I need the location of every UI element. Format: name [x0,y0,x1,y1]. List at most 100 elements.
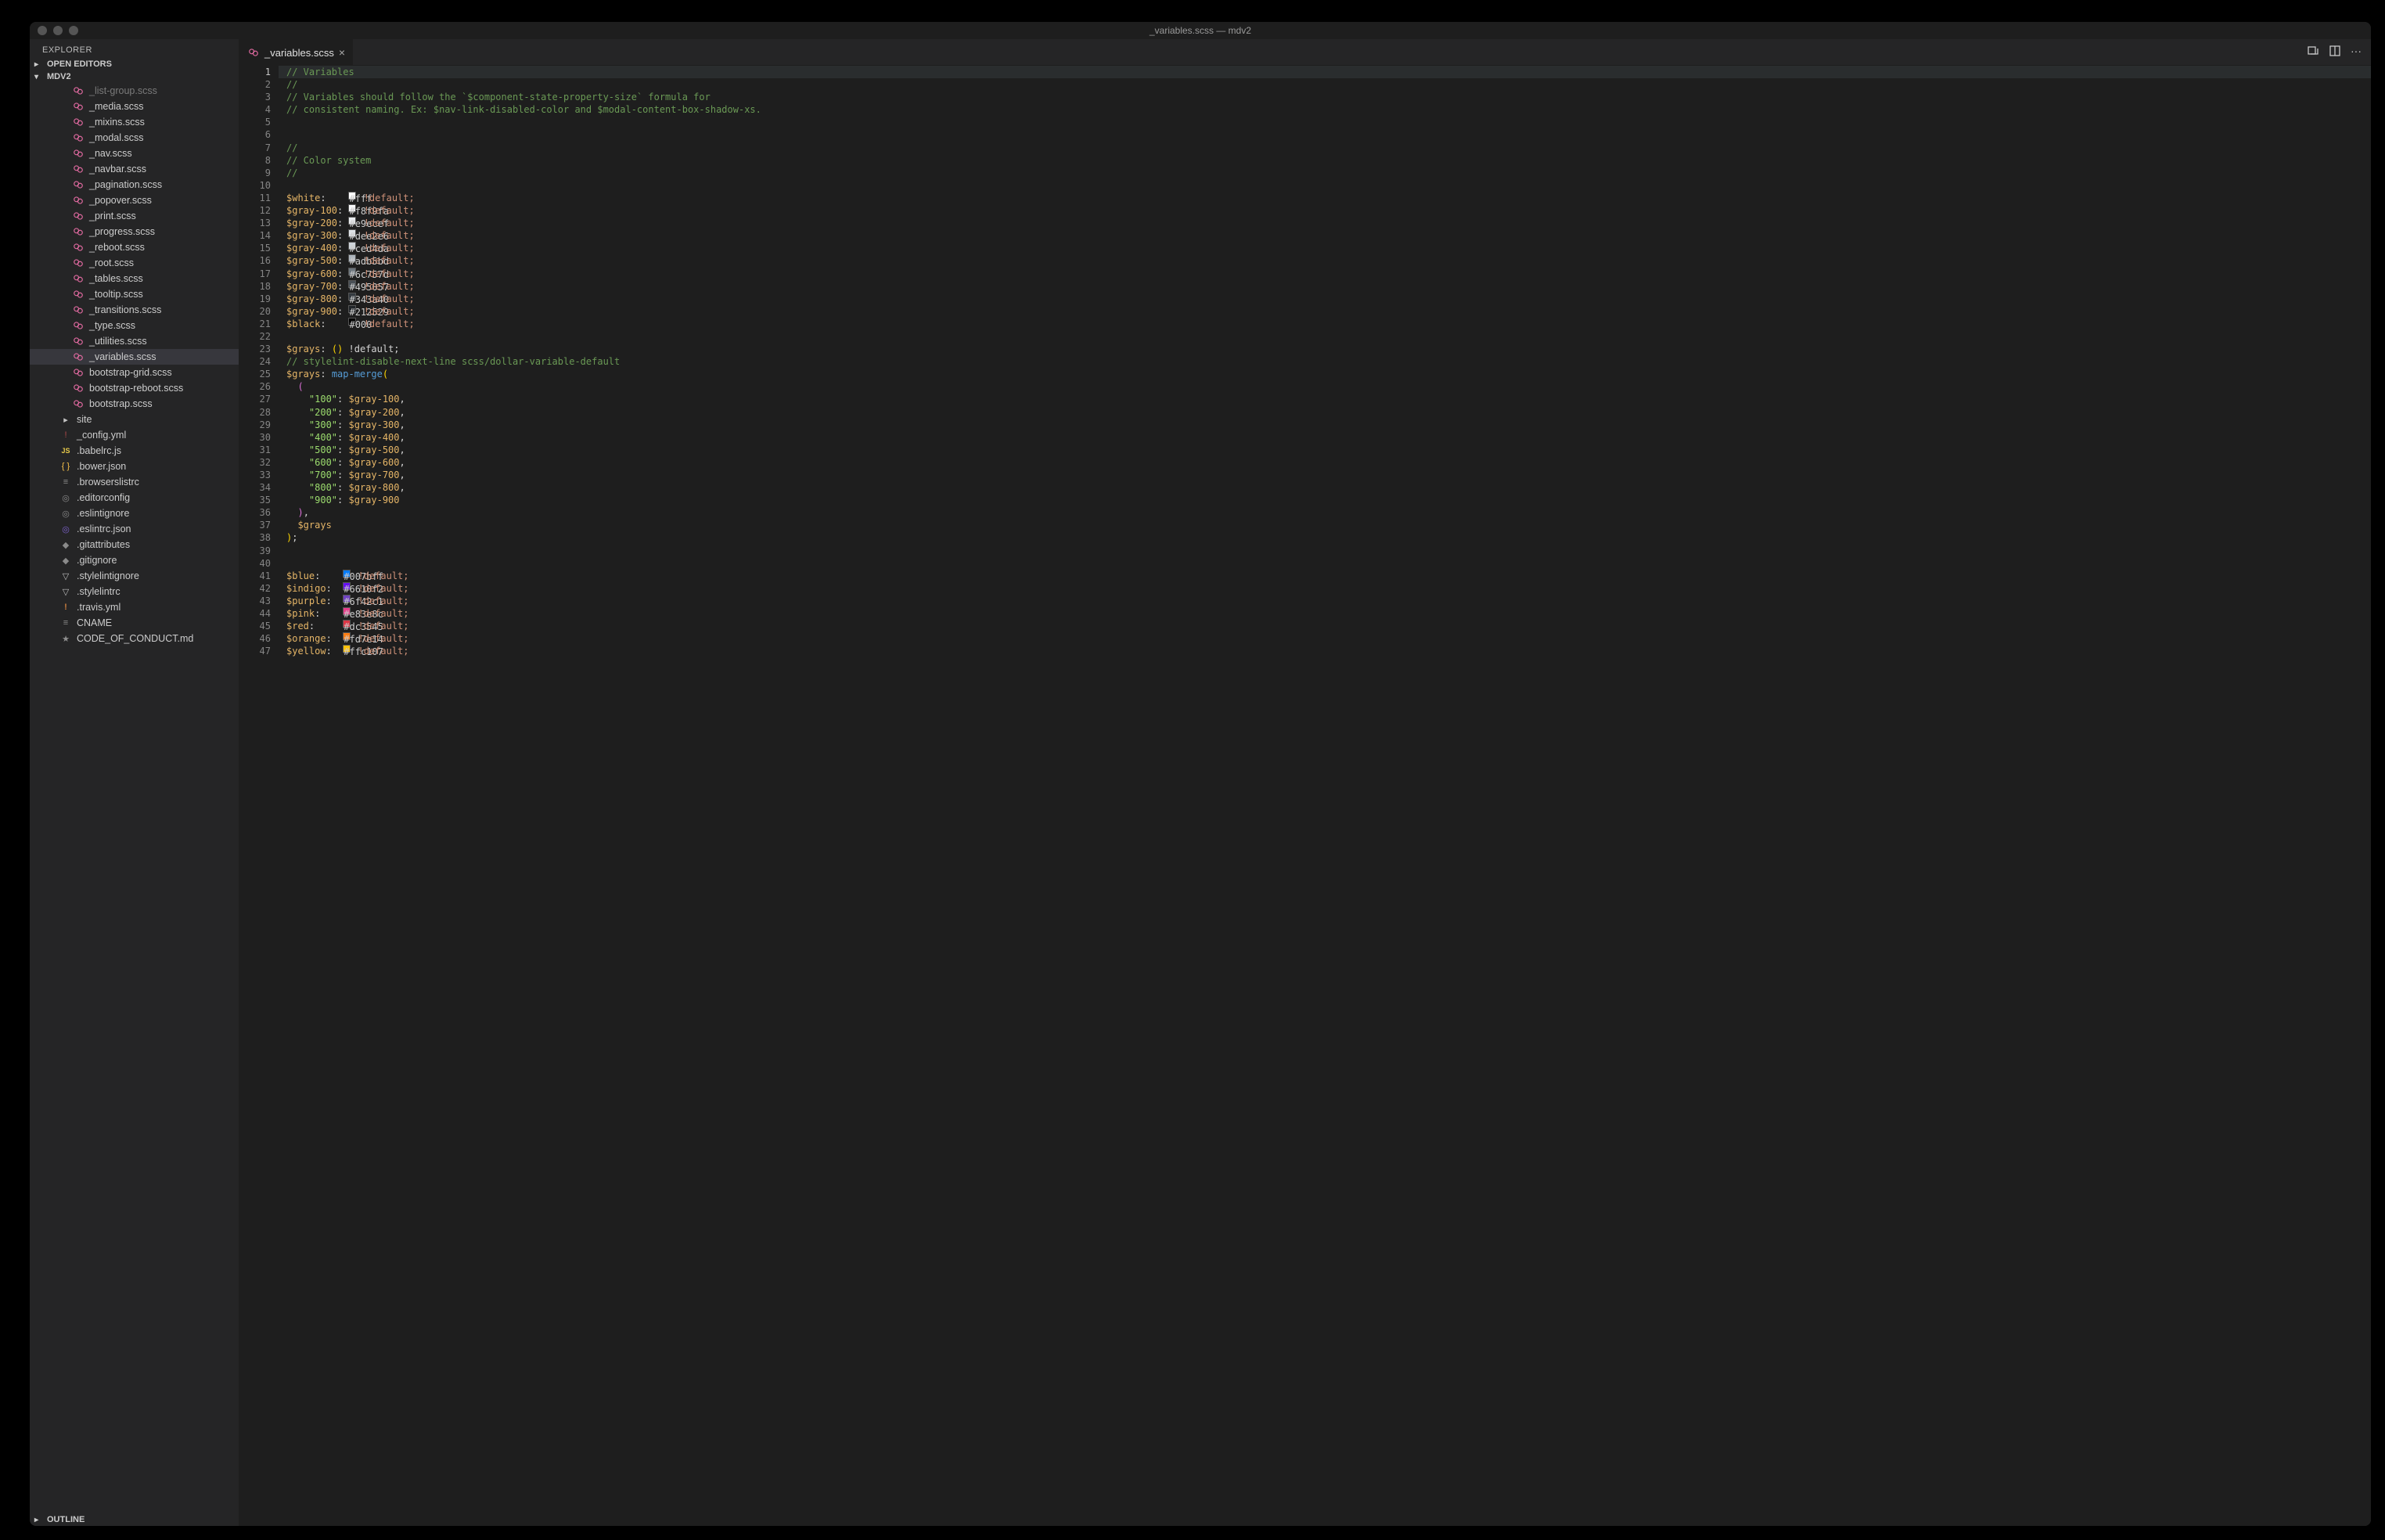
code-line[interactable]: // stylelint-disable-next-line scss/doll… [279,355,2371,368]
code-line[interactable]: $red: #dc3545 !default; [279,620,2371,632]
code-line[interactable]: "900": $gray-900 [279,494,2371,506]
file-item[interactable]: _progress.scss [30,224,239,239]
code-line[interactable] [279,330,2371,343]
file-item[interactable]: _list-group.scss [30,83,239,99]
file-item[interactable]: !.travis.yml [30,599,239,615]
minimize-window-icon[interactable] [53,26,63,35]
file-item[interactable]: _modal.scss [30,130,239,146]
file-item[interactable]: ◎.editorconfig [30,490,239,506]
traffic-lights[interactable] [38,26,78,35]
code-line[interactable]: ); [279,531,2371,544]
file-item[interactable]: ≡.browserslistrc [30,474,239,490]
file-item[interactable]: !_config.yml [30,427,239,443]
file-item[interactable]: _tooltip.scss [30,286,239,302]
tab-variables-scss[interactable]: _variables.scss × [239,39,353,66]
code-line[interactable]: $indigo: #6610f2 !default; [279,582,2371,595]
code-line[interactable]: "300": $gray-300, [279,419,2371,431]
code-line[interactable]: $grays: map-merge( [279,368,2371,380]
code-line[interactable]: // [279,167,2371,179]
code-line[interactable]: "500": $gray-500, [279,444,2371,456]
code-line[interactable]: $white: #fff !default; [279,192,2371,204]
section-project[interactable]: ▾ MDV2 [30,70,239,83]
code[interactable]: // Variables//// Variables should follow… [279,66,2371,1526]
code-line[interactable]: // Color system [279,154,2371,167]
code-line[interactable]: "100": $gray-100, [279,393,2371,405]
file-item[interactable]: _media.scss [30,99,239,114]
file-item[interactable]: ◎.eslintrc.json [30,521,239,537]
file-item[interactable]: _pagination.scss [30,177,239,192]
file-tree[interactable]: _list-group.scss_media.scss_mixins.scss_… [30,83,239,1513]
code-line[interactable]: $gray-700: #495057 !default; [279,280,2371,293]
close-icon[interactable]: × [339,46,345,59]
file-item[interactable]: ▽.stylelintignore [30,568,239,584]
code-line[interactable] [279,116,2371,128]
code-area[interactable]: 1234567891011121314151617181920212223242… [239,66,2371,1526]
file-item[interactable]: _type.scss [30,318,239,333]
file-item[interactable]: _popover.scss [30,192,239,208]
code-line[interactable]: $yellow: #ffc107 !default; [279,645,2371,657]
code-line[interactable]: $gray-900: #212529 !default; [279,305,2371,318]
code-line[interactable]: $pink: #e83e8c !default; [279,607,2371,620]
file-item[interactable]: ◎.eslintignore [30,506,239,521]
file-label: _media.scss [89,101,143,112]
code-line[interactable]: $black: #000 !default; [279,318,2371,330]
code-line[interactable]: $gray-300: #dee2e6 !default; [279,229,2371,242]
file-item[interactable]: _reboot.scss [30,239,239,255]
file-item[interactable]: bootstrap-grid.scss [30,365,239,380]
code-line[interactable]: ( [279,380,2371,393]
code-line[interactable]: "600": $gray-600, [279,456,2371,469]
section-open-editors[interactable]: ▸ OPEN EDITORS [30,58,239,70]
code-line[interactable]: // Variables should follow the `$compone… [279,91,2371,103]
code-line[interactable]: $gray-200: #e9ecef !default; [279,217,2371,229]
file-item[interactable]: JS.babelrc.js [30,443,239,459]
code-line[interactable]: "700": $gray-700, [279,469,2371,481]
compare-icon[interactable] [2307,45,2319,59]
file-item[interactable]: ◆.gitignore [30,552,239,568]
code-line[interactable]: $gray-500: #adb5bd !default; [279,254,2371,267]
code-line[interactable]: $orange: #fd7e14 !default; [279,632,2371,645]
file-item[interactable]: ≡CNAME [30,615,239,631]
code-line[interactable]: $gray-400: #ced4da !default; [279,242,2371,254]
code-line[interactable]: $grays [279,519,2371,531]
file-item[interactable]: _utilities.scss [30,333,239,349]
code-line[interactable] [279,128,2371,141]
file-item[interactable]: ▸site [30,412,239,427]
file-item[interactable]: bootstrap.scss [30,396,239,412]
code-line[interactable]: // Variables [279,66,2371,78]
file-item[interactable]: ★CODE_OF_CONDUCT.md [30,631,239,646]
code-line[interactable]: "400": $gray-400, [279,431,2371,444]
code-line[interactable] [279,557,2371,570]
more-icon[interactable]: ··· [2351,45,2362,59]
file-item[interactable]: ▽.stylelintrc [30,584,239,599]
file-item[interactable]: { }.bower.json [30,459,239,474]
code-line[interactable] [279,545,2371,557]
file-item[interactable]: _print.scss [30,208,239,224]
split-editor-icon[interactable] [2329,45,2341,59]
file-item[interactable]: _nav.scss [30,146,239,161]
code-line[interactable]: "200": $gray-200, [279,406,2371,419]
file-item[interactable]: ◆.gitattributes [30,537,239,552]
file-item[interactable]: _variables.scss [30,349,239,365]
code-line[interactable]: $gray-800: #343a40 !default; [279,293,2371,305]
code-line[interactable]: ), [279,506,2371,519]
code-line[interactable] [279,179,2371,192]
code-line[interactable]: $gray-100: #f8f9fa !default; [279,204,2371,217]
code-line[interactable]: $gray-600: #6c757d !default; [279,268,2371,280]
file-item[interactable]: _transitions.scss [30,302,239,318]
file-item[interactable]: _tables.scss [30,271,239,286]
code-line[interactable]: // [279,142,2371,154]
code-line[interactable]: $blue: #007bff !default; [279,570,2371,582]
titlebar[interactable]: _variables.scss — mdv2 [30,22,2371,39]
code-line[interactable]: "800": $gray-800, [279,481,2371,494]
file-item[interactable]: _root.scss [30,255,239,271]
file-item[interactable]: _mixins.scss [30,114,239,130]
code-line[interactable]: $purple: #6f42c1 !default; [279,595,2371,607]
close-window-icon[interactable] [38,26,47,35]
file-item[interactable]: bootstrap-reboot.scss [30,380,239,396]
code-line[interactable]: // consistent naming. Ex: $nav-link-disa… [279,103,2371,116]
file-item[interactable]: _navbar.scss [30,161,239,177]
maximize-window-icon[interactable] [69,26,78,35]
code-line[interactable]: $grays: () !default; [279,343,2371,355]
code-line[interactable]: // [279,78,2371,91]
section-outline[interactable]: ▸ OUTLINE [30,1513,239,1526]
